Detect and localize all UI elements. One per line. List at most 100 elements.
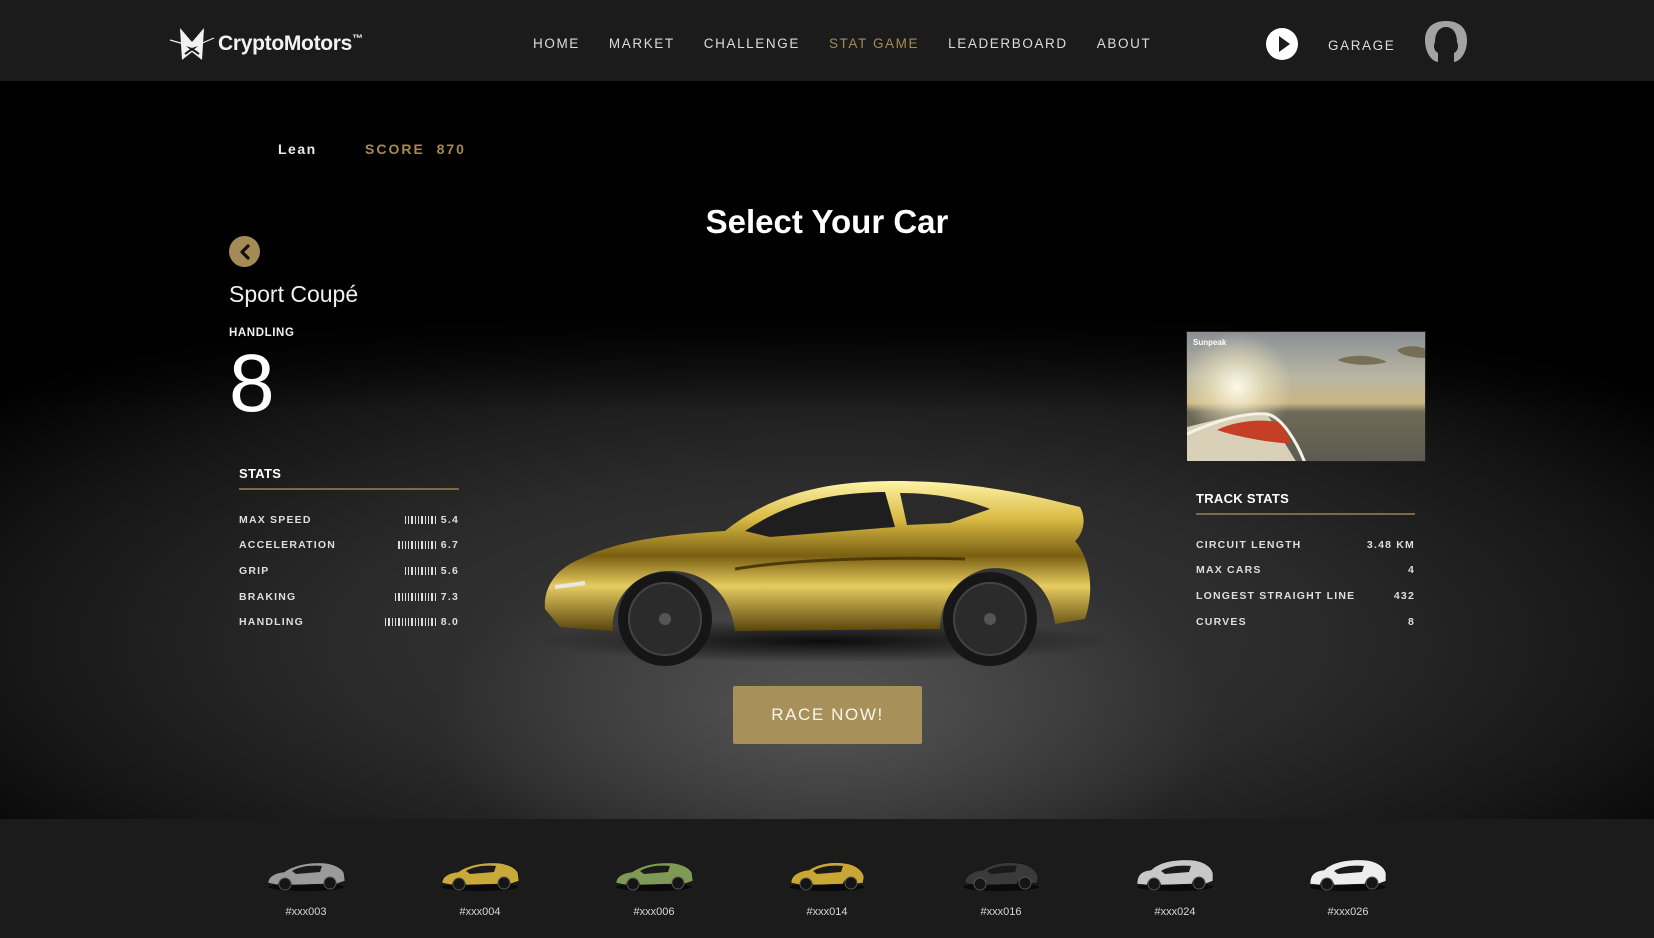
car-thumbnail-icon [1136, 859, 1214, 891]
track-stat-label: LONGEST STRAIGHT LINE [1196, 589, 1356, 602]
stat-tick [404, 515, 407, 524]
back-button[interactable] [229, 236, 260, 267]
car-thumbnail-icon [963, 862, 1039, 891]
track-stats-title: TRACK STATS [1196, 491, 1290, 506]
nav-about[interactable]: ABOUT [1097, 36, 1152, 51]
focus-stat-value: 8 [229, 338, 275, 429]
garage-car-thumb[interactable]: #xxx024 [1120, 853, 1230, 925]
stat-tick [418, 566, 420, 575]
nav-leaderboard[interactable]: LEADERBOARD [948, 36, 1068, 51]
stat-tick [427, 566, 430, 575]
car-stat-meter: 6.7 [398, 539, 459, 551]
car-stat-row: BRAKING 7.3 [239, 584, 459, 610]
stat-tick [427, 618, 430, 627]
selected-car-image[interactable] [535, 419, 1110, 669]
car-stat-meter: 8.0 [385, 616, 459, 628]
track-stats-divider [1196, 513, 1415, 515]
stat-tick [427, 592, 430, 601]
stat-tick [408, 566, 410, 575]
garage-car-thumb[interactable]: #xxx004 [425, 853, 535, 925]
stat-tick [414, 566, 417, 575]
car-id-label: #xxx006 [633, 906, 675, 918]
car-id-label: #xxx026 [1327, 906, 1369, 918]
cryptomotors-logo-icon [169, 28, 215, 60]
stat-tick [391, 618, 393, 627]
nav-stat-game[interactable]: STAT GAME [829, 36, 919, 51]
track-stat-label: CURVES [1196, 615, 1247, 628]
garage-car-thumb[interactable]: #xxx016 [946, 853, 1056, 925]
stat-tick [398, 541, 400, 550]
stat-tick [418, 541, 420, 550]
track-stat-value: 8 [1407, 615, 1415, 628]
stat-tick [421, 541, 423, 550]
car-stat-row: GRIP 5.6 [239, 558, 459, 584]
race-now-button[interactable]: RACE NOW! [733, 686, 922, 744]
stat-tick [411, 618, 413, 627]
stat-tick [424, 592, 426, 601]
car-front-wheel [618, 572, 712, 666]
user-silhouette-icon [1425, 21, 1467, 62]
stat-tick [424, 515, 426, 524]
car-stats-panel: STATS MAX SPEED 5.4 ACCELERATION 6.7 GRIP 5.6… [239, 466, 459, 635]
stat-tick [431, 566, 433, 575]
main-nav: HOME MARKET CHALLENGE STAT GAME LEADERBO… [533, 36, 1180, 51]
car-stat-value: 5.4 [440, 513, 459, 526]
stat-tick [394, 618, 397, 627]
stat-tick [398, 592, 400, 601]
stat-tick [404, 592, 407, 601]
stat-tick [401, 618, 403, 627]
nav-challenge[interactable]: CHALLENGE [704, 36, 800, 51]
car-thumbnail-icon [1309, 859, 1387, 891]
garage-car-thumb[interactable]: #xxx006 [599, 853, 709, 925]
stat-tick [431, 515, 433, 524]
stat-tick [411, 515, 413, 524]
track-preview-image[interactable]: Sunpeak [1186, 331, 1426, 462]
stat-tick [434, 515, 436, 524]
track-stat-value: 3.48 KM [1366, 538, 1415, 551]
track-stat-label: CIRCUIT LENGTH [1196, 538, 1302, 551]
play-icon[interactable] [1266, 28, 1298, 60]
garage-car-thumb[interactable]: #xxx014 [772, 853, 882, 925]
avatar[interactable] [1422, 20, 1470, 64]
stat-tick [404, 566, 407, 575]
stat-tick [434, 541, 436, 550]
stat-tick [414, 541, 417, 550]
brand-logo[interactable]: CryptoMotors™ [168, 24, 363, 64]
stat-tick [421, 566, 423, 575]
stat-tick [418, 618, 420, 627]
stat-tick [411, 592, 413, 601]
stat-tick [434, 592, 436, 601]
stat-tick [427, 515, 430, 524]
car-id-label: #xxx024 [1154, 906, 1196, 918]
nav-market[interactable]: MARKET [609, 36, 675, 51]
car-stat-value: 6.7 [440, 539, 459, 552]
stat-tick [388, 618, 390, 627]
stat-tick [411, 566, 413, 575]
page-title: Select Your Car [705, 203, 949, 240]
stats-title: STATS [239, 466, 282, 481]
car-rear-wheel [943, 572, 1037, 666]
car-selection-stage: Lean SCORE 870 Select Your Car Sport Cou… [0, 81, 1654, 819]
stat-tick [421, 618, 423, 627]
car-id-label: #xxx014 [806, 906, 848, 918]
stat-tick [431, 592, 433, 601]
stat-tick [401, 592, 403, 601]
stat-tick [421, 592, 423, 601]
brand-name: CryptoMotors™ [218, 32, 363, 55]
nav-home[interactable]: HOME [533, 36, 580, 51]
track-stat-row: MAX CARS 4 [1196, 558, 1415, 584]
stat-tick [385, 618, 387, 627]
track-stat-value: 432 [1393, 589, 1415, 602]
stat-tick [421, 515, 423, 524]
player-score: SCORE 870 [365, 141, 466, 157]
car-stat-meter: 7.3 [394, 591, 459, 603]
garage-link[interactable]: GARAGE [1328, 38, 1395, 53]
track-stat-label: MAX CARS [1196, 564, 1262, 577]
car-stat-meter: 5.6 [404, 565, 459, 577]
stat-tick [404, 541, 407, 550]
track-stat-row: LONGEST STRAIGHT LINE 432 [1196, 583, 1415, 609]
car-stat-label: ACCELERATION [239, 539, 337, 552]
garage-car-thumb[interactable]: #xxx026 [1293, 853, 1403, 925]
car-stat-label: HANDLING [239, 616, 305, 629]
garage-car-thumb[interactable]: #xxx003 [251, 853, 361, 925]
